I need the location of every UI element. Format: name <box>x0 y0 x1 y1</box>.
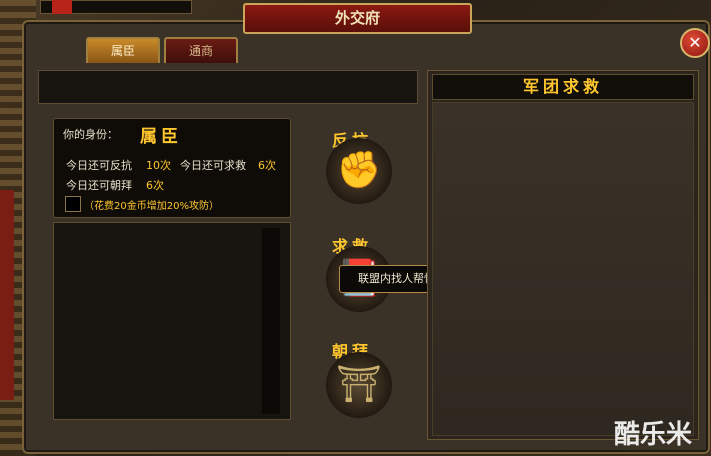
header-slot <box>38 70 418 104</box>
identity-label: 你的身份： <box>63 128 118 141</box>
boost-checkbox[interactable] <box>65 196 81 212</box>
message-log <box>53 222 291 420</box>
fist-icon[interactable]: ✊ <box>326 138 392 204</box>
tribute-count: 6次 <box>146 179 164 192</box>
legion-rescue-list <box>432 102 694 436</box>
rescue-label: 今日还可求救 <box>180 159 246 172</box>
watermark-text: 酷乐米 <box>614 420 693 450</box>
incense-urn-icon[interactable]: ⛩ <box>326 352 392 418</box>
tab-trade[interactable]: 通商 <box>164 37 238 63</box>
rescue-count: 6次 <box>258 159 276 172</box>
legion-rescue-title: 军团求救 <box>432 74 694 100</box>
revolt-label: 今日还可反抗 <box>66 159 132 172</box>
log-scrollbar[interactable] <box>262 228 280 414</box>
window-title: 外交府 <box>243 3 472 34</box>
close-button[interactable]: ✕ <box>680 28 710 58</box>
revolt-count: 10次 <box>146 159 171 172</box>
side-banner <box>0 190 14 400</box>
boost-option-text: （花费20金币增加20%攻防） <box>84 201 219 212</box>
tab-vassal[interactable]: 属臣 <box>86 37 160 63</box>
tribute-label: 今日还可朝拜 <box>66 179 132 192</box>
identity-value: 属臣 <box>140 127 182 147</box>
flag-icon <box>52 0 72 14</box>
